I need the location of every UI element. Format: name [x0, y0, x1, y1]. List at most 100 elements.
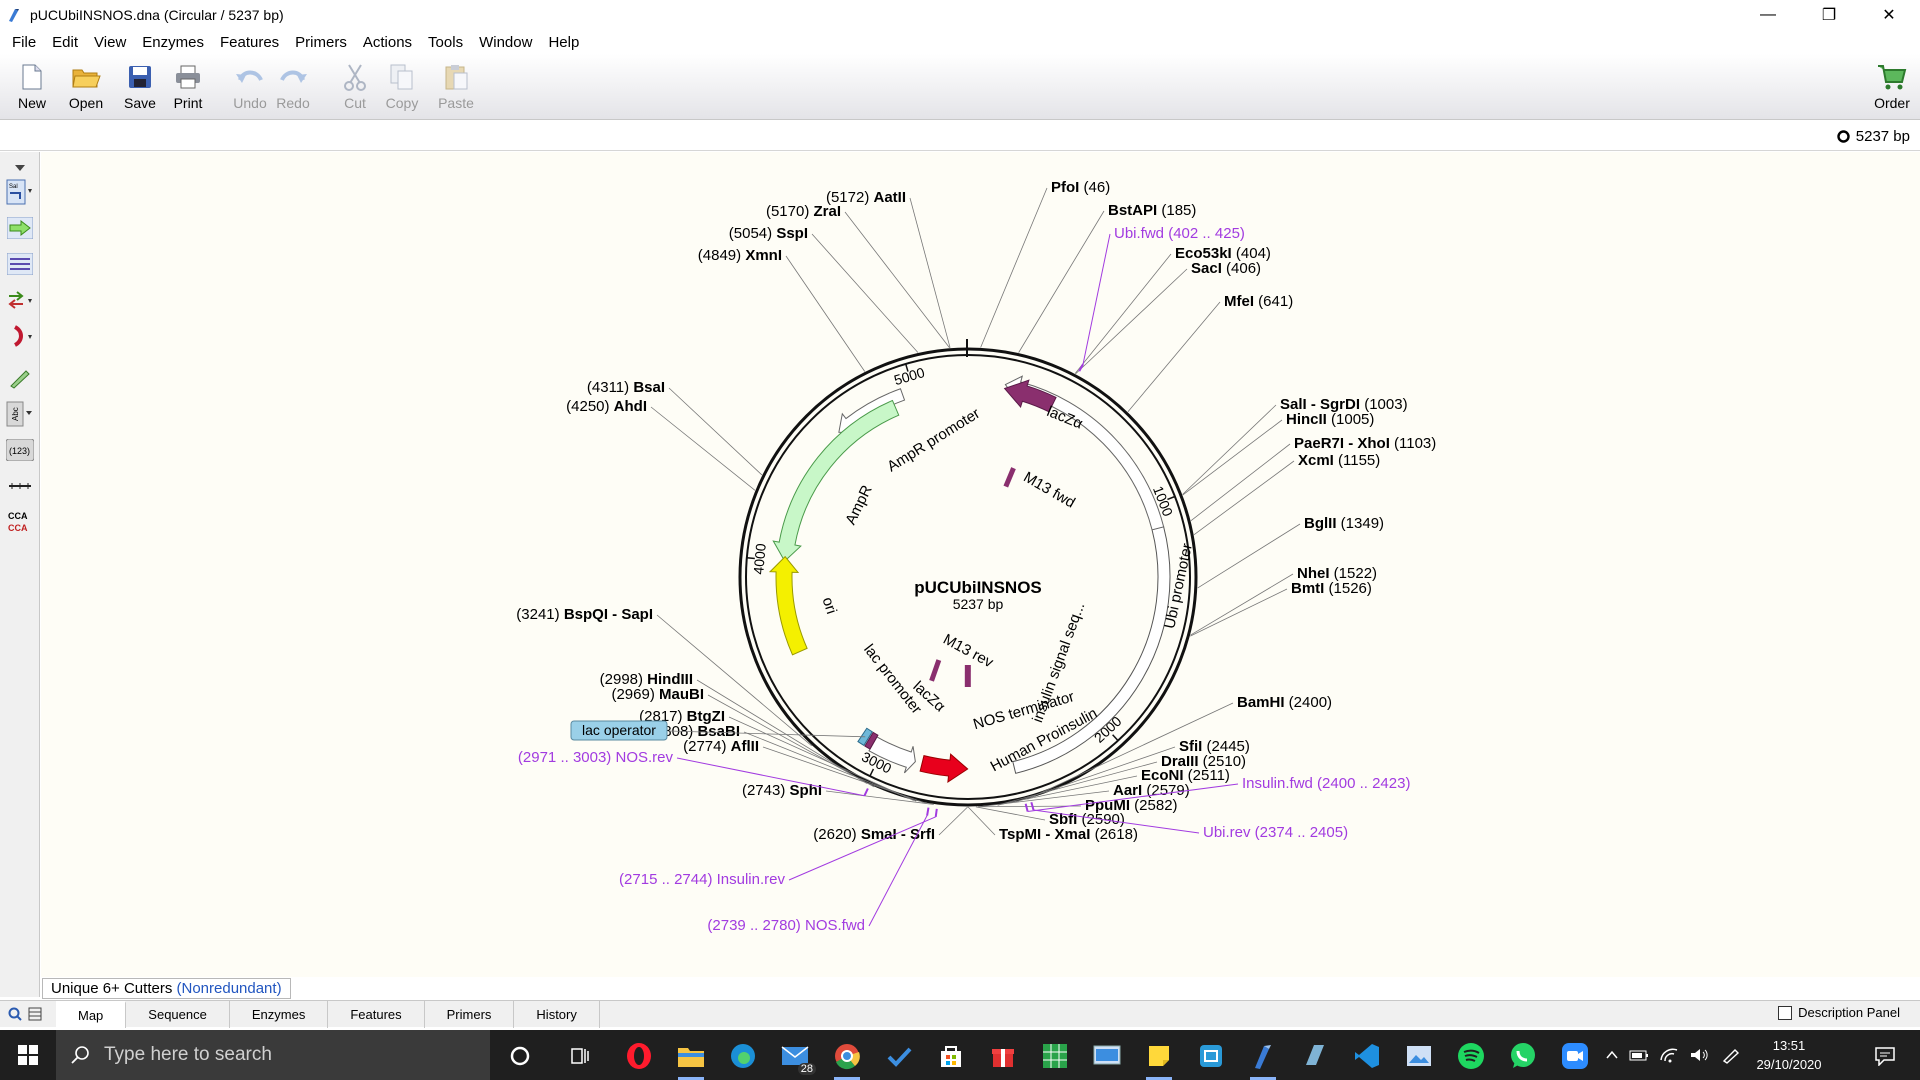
zoom-icon[interactable] [8, 1007, 22, 1021]
restriction-site-label[interactable]: (5172) AatII [826, 189, 906, 206]
opera-icon[interactable] [622, 1039, 656, 1073]
restriction-site-label[interactable]: (2998) HindIII [600, 671, 693, 688]
vscode-icon[interactable] [1350, 1039, 1384, 1073]
restriction-site-label[interactable]: PaeR7I - XhoI (1103) [1294, 435, 1436, 452]
menu-help[interactable]: Help [540, 34, 587, 51]
restriction-site-label[interactable]: MfeI (641) [1224, 293, 1293, 310]
dna-viewer-icon[interactable] [1298, 1039, 1332, 1073]
primer-label[interactable]: Insulin.fwd (2400 .. 2423) [1242, 775, 1410, 792]
enzyme-choose-tool[interactable]: Sal [5, 178, 35, 206]
spreadsheet-grid-icon[interactable] [1038, 1039, 1072, 1073]
photos-icon[interactable] [1402, 1039, 1436, 1073]
task-view-icon[interactable] [563, 1039, 597, 1073]
restriction-site-label[interactable]: (2969) MauBI [611, 686, 704, 703]
copy-button[interactable]: Copy [378, 62, 426, 118]
save-button[interactable]: Save [116, 62, 164, 118]
zoom-meetings-icon[interactable] [1558, 1039, 1592, 1073]
show-hidden-icons-chevron-icon[interactable] [1605, 1048, 1619, 1062]
menu-tools[interactable]: Tools [420, 34, 471, 51]
primer-label[interactable]: (2715 .. 2744) Insulin.rev [619, 871, 785, 888]
cortana-icon[interactable] [503, 1039, 537, 1073]
file-explorer-icon[interactable] [674, 1039, 708, 1080]
tab-map[interactable]: Map [56, 1000, 127, 1028]
action-center-icon[interactable] [1868, 1039, 1902, 1073]
restriction-site-label[interactable]: PfoI (46) [1051, 179, 1110, 196]
restriction-site-label[interactable]: (4849) XmnI [698, 247, 782, 264]
whatsapp-icon[interactable] [1506, 1039, 1540, 1073]
new-button[interactable]: New [8, 62, 56, 118]
description-panel-toggle[interactable]: Description Panel [1778, 1005, 1900, 1020]
restriction-site-label[interactable]: SacI (406) [1191, 260, 1261, 277]
menu-edit[interactable]: Edit [44, 34, 86, 51]
sequence-tool[interactable]: CCA CCA [5, 508, 35, 536]
restriction-site-label[interactable]: BamHI (2400) [1237, 694, 1332, 711]
menu-window[interactable]: Window [471, 34, 540, 51]
paste-button[interactable]: Paste [432, 62, 480, 118]
menu-enzymes[interactable]: Enzymes [134, 34, 212, 51]
panel-layout-icon[interactable] [28, 1007, 42, 1021]
tab-enzymes[interactable]: Enzymes [230, 1000, 329, 1028]
cut-button[interactable]: Cut [331, 62, 379, 118]
order-button[interactable]: Order [1868, 62, 1916, 118]
restriction-site-label[interactable]: (4250) AhdI [566, 398, 647, 415]
redo-button[interactable]: Redo [269, 62, 317, 118]
edge-browser-icon[interactable] [726, 1039, 760, 1073]
circular-view-tool[interactable] [5, 322, 35, 350]
restriction-site-label[interactable]: HincII (1005) [1286, 411, 1374, 428]
tab-primers[interactable]: Primers [425, 1000, 515, 1028]
primer-tool[interactable] [5, 250, 35, 278]
battery-icon[interactable] [1629, 1048, 1649, 1062]
enzyme-set-selector[interactable]: Unique 6+ Cutters (Nonredundant) [42, 978, 291, 999]
feature-tool[interactable] [5, 214, 35, 242]
primer-label[interactable]: Ubi.fwd (402 .. 425) [1114, 225, 1245, 242]
snapgene-taskbar-icon[interactable] [1246, 1039, 1280, 1080]
snip-tool-icon[interactable] [1194, 1039, 1228, 1073]
restriction-site-label[interactable]: XcmI (1155) [1298, 452, 1380, 469]
minimize-button[interactable]: — [1745, 0, 1791, 30]
description-panel-checkbox[interactable] [1778, 1005, 1793, 1020]
restriction-site-label[interactable]: (5054) SspI [729, 225, 808, 242]
open-button[interactable]: Open [62, 62, 110, 118]
spotify-icon[interactable] [1454, 1039, 1488, 1073]
taskbar-clock[interactable]: 13:51 29/10/2020 [1735, 1036, 1843, 1074]
restriction-site-label[interactable]: (4311) BsaI [587, 379, 665, 396]
wifi-icon[interactable] [1659, 1047, 1679, 1063]
sticky-notes-icon[interactable] [1142, 1039, 1176, 1080]
tab-sequence[interactable]: Sequence [126, 1000, 230, 1028]
print-button[interactable]: Print [164, 62, 212, 118]
chrome-icon[interactable] [830, 1039, 864, 1080]
pen-tool[interactable] [5, 364, 35, 392]
mail-icon[interactable]: 28 [778, 1039, 816, 1075]
volume-icon[interactable] [1689, 1047, 1709, 1063]
menu-primers[interactable]: Primers [287, 34, 355, 51]
tab-features[interactable]: Features [328, 1000, 425, 1028]
taskbar-search-box[interactable]: Type here to search [56, 1030, 490, 1080]
start-button[interactable] [0, 1030, 56, 1080]
orf-tool[interactable] [5, 286, 35, 314]
restriction-site-label[interactable]: BglII (1349) [1304, 515, 1384, 532]
primer-label[interactable]: Ubi.rev (2374 .. 2405) [1203, 824, 1348, 841]
restriction-site-label[interactable]: BmtI (1526) [1291, 580, 1372, 597]
gift-icon[interactable] [986, 1039, 1020, 1073]
plasmid-map[interactable]: 10002000300040005000lacZαM13 fwdUbi prom… [41, 152, 1920, 977]
store-bag-icon[interactable] [934, 1039, 968, 1073]
primer-label[interactable]: (2739 .. 2780) NOS.fwd [707, 917, 865, 934]
ruler-tool[interactable] [5, 472, 35, 500]
restriction-site-label[interactable]: TspMI - XmaI (2618) [999, 826, 1138, 843]
menu-view[interactable]: View [86, 34, 134, 51]
restore-button[interactable]: ❐ [1806, 0, 1852, 30]
todo-check-icon[interactable] [882, 1039, 916, 1073]
menu-actions[interactable]: Actions [355, 34, 420, 51]
computer-window-icon[interactable] [1090, 1039, 1124, 1073]
close-button[interactable]: ✕ [1866, 0, 1912, 30]
numbers-tool[interactable]: (123) [5, 436, 35, 464]
plasmid-map-canvas[interactable]: 1000 2000 3000 4000 5000 lacZα M13 fwd Ubi prom… [41, 152, 1920, 977]
undo-button[interactable]: Undo [226, 62, 274, 118]
restriction-site-label[interactable]: BstAPI (185) [1108, 202, 1196, 219]
restriction-site-label[interactable]: (2774) AflII [683, 738, 759, 755]
primer-label[interactable]: (2971 .. 3003) NOS.rev [518, 749, 674, 766]
menu-features[interactable]: Features [212, 34, 287, 51]
text-label-tool[interactable]: Abc [5, 400, 35, 428]
menu-file[interactable]: File [4, 34, 44, 51]
tab-history[interactable]: History [514, 1000, 600, 1028]
